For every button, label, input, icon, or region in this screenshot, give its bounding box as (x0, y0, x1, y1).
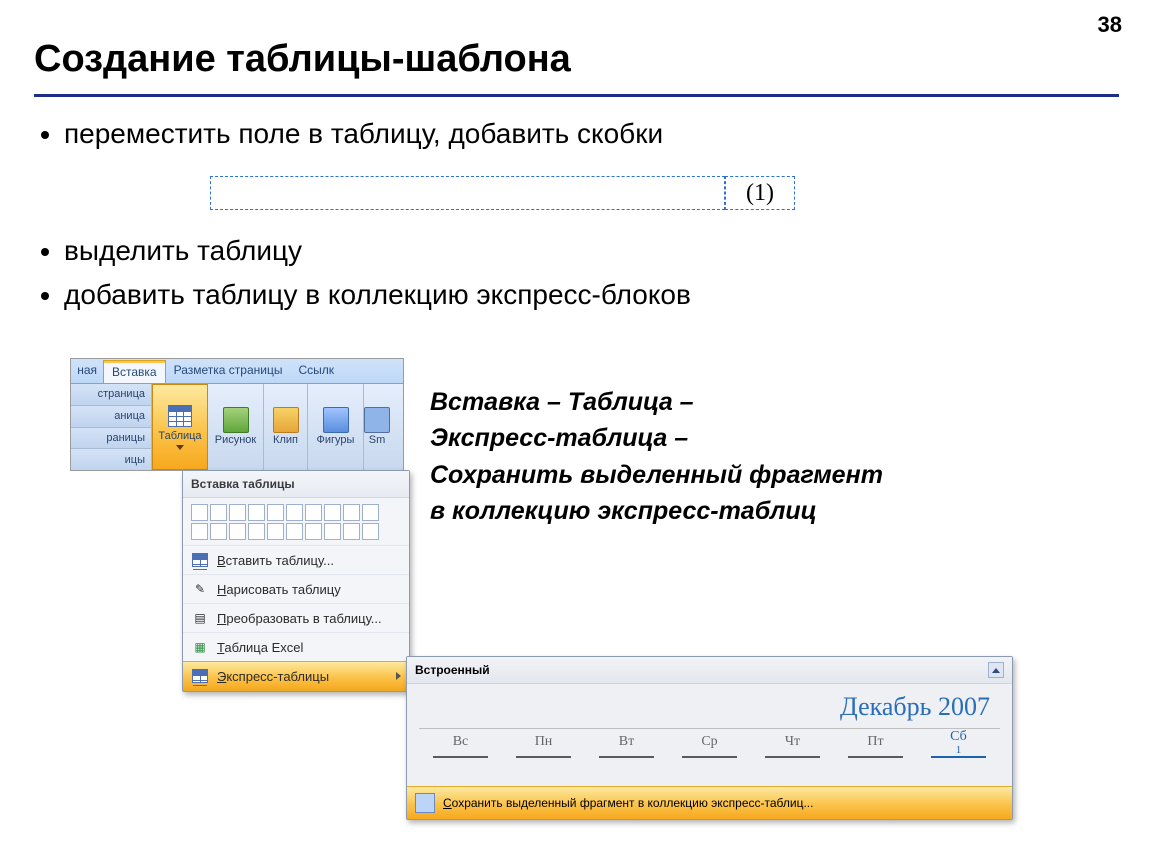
day-mon: Пн (516, 732, 571, 758)
ribbon-tab-home-cut[interactable]: ная (71, 359, 103, 383)
ribbon-btn-shapes-label: Фигуры (317, 434, 355, 446)
ribbon-tabstrip: ная Вставка Разметка страницы Ссылк (71, 359, 403, 384)
table-size-grid[interactable] (183, 498, 388, 545)
ribbon-item-break-cut[interactable]: раницы (71, 427, 151, 449)
ribbon-btn-smartart-label: Sm (369, 434, 386, 446)
page-number: 38 (1098, 12, 1122, 38)
clip-art-icon (273, 407, 299, 433)
menu-excel-table-label: Таблица Excel (217, 640, 303, 655)
ribbon-btn-clip-label: Клип (273, 434, 298, 446)
ribbon-item-pages-cut[interactable]: ицы (71, 448, 151, 470)
day-fri: Пт (848, 732, 903, 758)
day-wed: Ср (682, 732, 737, 758)
field-example-table: (1) (210, 176, 795, 210)
pencil-icon: ✎ (191, 580, 209, 598)
gallery-save-selection-label: Сохранить выделенный фрагмент в коллекци… (443, 796, 813, 810)
gallery-section-header: Встроенный (415, 663, 490, 677)
ribbon-btn-shapes[interactable]: Фигуры (308, 384, 364, 470)
ribbon-item-cover-cut[interactable]: страница (71, 384, 151, 405)
table-dropdown: Вставка таблицы Вставить таблицу... ✎ На… (182, 470, 410, 692)
scroll-up-button[interactable] (988, 662, 1004, 678)
table-grid-icon (168, 405, 192, 427)
excel-icon: ▦ (191, 638, 209, 656)
express-table-icon (191, 667, 209, 685)
menu-express-tables-label: Экспресс-таблицы (217, 669, 329, 684)
ribbon-btn-smartart-cut[interactable]: Sm (364, 384, 390, 470)
ribbon-tab-references-cut[interactable]: Ссылк (290, 359, 342, 383)
day-sun: Вс (433, 732, 488, 758)
ribbon-tab-page-layout[interactable]: Разметка страницы (166, 359, 291, 383)
calendar-preview-title[interactable]: Декабрь 2007 (419, 692, 1000, 722)
bullet-1: переместить поле в таблицу, добавить ско… (64, 112, 1124, 155)
table-small-icon (191, 551, 209, 569)
ribbon-btn-picture-label: Рисунок (215, 434, 257, 446)
menu-insert-table[interactable]: Вставить таблицу... (183, 545, 409, 574)
day-tue: Вт (599, 732, 654, 758)
calendar-days-row: Вс Пн Вт Ср Чт Пт Сб 1 (419, 732, 1000, 758)
day-sat-label: Сб (950, 729, 967, 745)
day-sat: Сб 1 (931, 732, 986, 758)
bullet-3: добавить таблицу в коллекцию экспресс-бл… (64, 273, 1124, 316)
ribbon-item-blank-cut[interactable]: аница (71, 405, 151, 427)
field-cell-empty (210, 176, 725, 210)
convert-icon: ▤ (191, 609, 209, 627)
table-dropdown-header: Вставка таблицы (183, 471, 409, 498)
day-thu: Чт (765, 732, 820, 758)
ribbon-btn-clip[interactable]: Клип (264, 384, 308, 470)
field-cell-value: (1) (725, 176, 795, 210)
menu-excel-table[interactable]: ▦ Таблица Excel (183, 632, 409, 661)
field-value-text: (1) (746, 180, 774, 206)
day-sat-number: 1 (956, 745, 962, 756)
ribbon-tab-insert[interactable]: Вставка (103, 360, 166, 383)
chevron-right-icon (396, 672, 401, 680)
ribbon-btn-table-label: Таблица (158, 430, 201, 442)
chevron-up-icon (992, 668, 1000, 673)
smartart-icon (364, 407, 390, 433)
gallery-save-selection[interactable]: Сохранить выделенный фрагмент в коллекци… (407, 786, 1012, 819)
chevron-down-icon (176, 445, 184, 450)
ribbon-btn-picture[interactable]: Рисунок (208, 384, 264, 470)
shapes-icon (323, 407, 349, 433)
calendar-divider (419, 728, 1000, 729)
menu-insert-table-label: Вставить таблицу... (217, 553, 334, 568)
bullet-2: выделить таблицу (64, 229, 1124, 272)
menu-draw-table-label: Нарисовать таблицу (217, 582, 341, 597)
menu-express-tables[interactable]: Экспресс-таблицы (183, 661, 409, 691)
express-tables-gallery: Встроенный Декабрь 2007 Вс Пн Вт Ср Чт П… (406, 656, 1013, 820)
ribbon-btn-table[interactable]: Таблица (152, 384, 208, 470)
ribbon-pages-group-cut: страница аница раницы ицы (71, 384, 152, 470)
save-block-icon (415, 793, 435, 813)
slide-title: Создание таблицы-шаблона (34, 38, 571, 81)
ribbon-screenshot: ная Вставка Разметка страницы Ссылк стра… (70, 358, 404, 471)
menu-convert-table-label: Преобразовать в таблицу... (217, 611, 382, 626)
picture-icon (223, 407, 249, 433)
menu-convert-table[interactable]: ▤ Преобразовать в таблицу... (183, 603, 409, 632)
menu-draw-table[interactable]: ✎ Нарисовать таблицу (183, 574, 409, 603)
title-underline (34, 94, 1119, 97)
menu-path-instruction: Вставка – Таблица – Экспресс-таблица – С… (430, 384, 1130, 529)
